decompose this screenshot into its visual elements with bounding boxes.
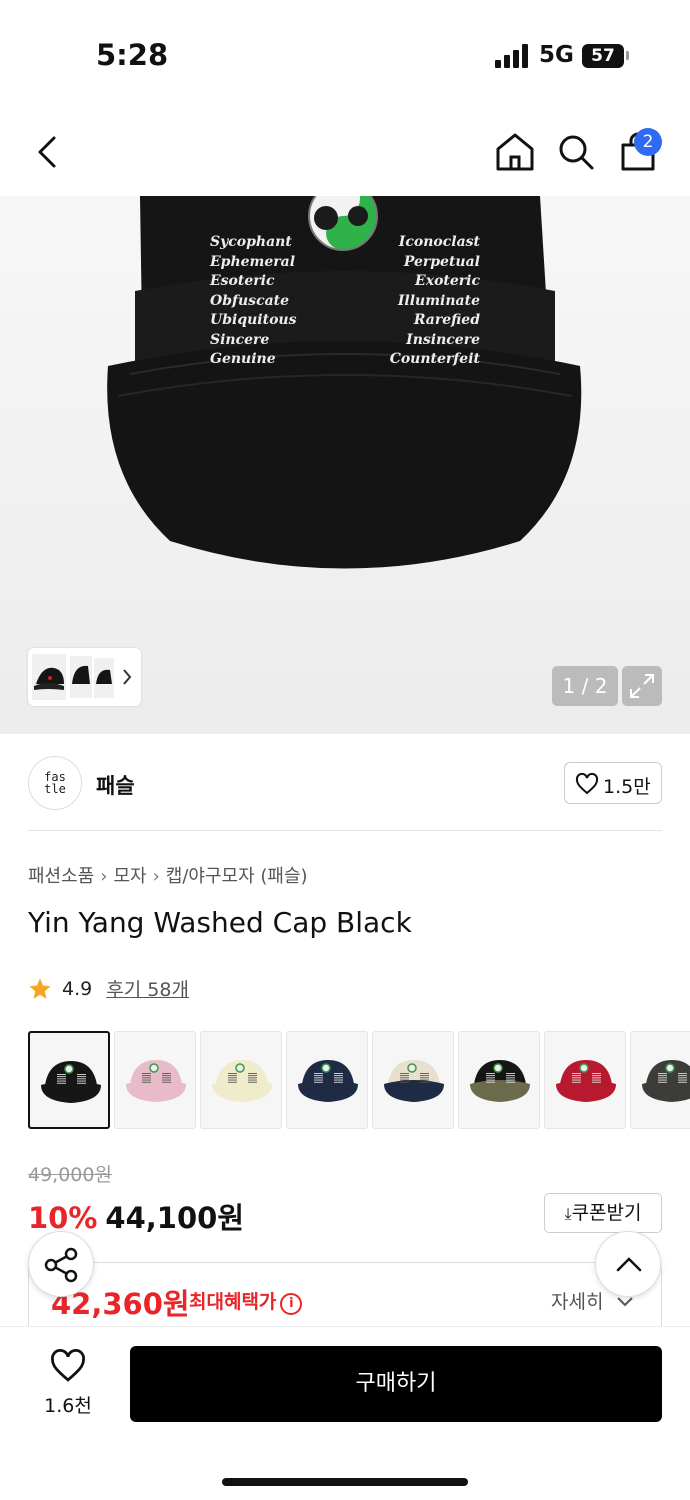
bottom-action-bar: 1.6천 구매하기 xyxy=(0,1326,690,1500)
embroidery-word: Ubiquitous xyxy=(210,312,297,328)
product-title: Yin Yang Washed Cap Black xyxy=(28,906,412,939)
embroidery-word: Exoteric xyxy=(415,273,480,289)
embroidery-word: Esoteric xyxy=(210,273,275,289)
embroidery-right: Iconoclast Perpetual Exoteric Illuminate… xyxy=(385,233,480,370)
battery-icon: 57 xyxy=(582,44,624,68)
back-icon[interactable] xyxy=(26,130,70,174)
cap-thumbnail xyxy=(642,1060,690,1102)
status-time: 5:28 xyxy=(96,38,169,72)
embroidery-word: Ephemeral xyxy=(210,253,296,270)
embroidery-word: Counterfeit xyxy=(389,351,480,367)
cap-thumbnail xyxy=(298,1060,358,1102)
embroidery-word: Genuine xyxy=(210,351,276,367)
share-icon xyxy=(44,1247,78,1283)
rating-score: 4.9 xyxy=(62,977,93,1000)
embroidery-word: Illuminate xyxy=(397,292,480,309)
brand-name[interactable]: 패슬 xyxy=(96,770,135,800)
home-indicator xyxy=(222,1478,468,1486)
divider xyxy=(28,830,662,831)
embroidery-word: Sincere xyxy=(210,331,270,348)
heart-icon xyxy=(51,1349,85,1382)
download-icon: ⤓ xyxy=(564,1204,572,1223)
chevron-up-icon xyxy=(616,1257,642,1272)
nav-bar xyxy=(0,110,690,196)
coupon-label: 쿠폰받기 xyxy=(571,1202,642,1224)
reviews-link[interactable]: 후기 58개 xyxy=(106,979,189,1001)
embroidery-left: Sycophant Ephemeral Esoteric Obfuscate U… xyxy=(210,233,300,370)
color-swatch-list xyxy=(28,1031,690,1131)
status-bar: 5:28 5G 57 xyxy=(0,0,690,110)
embroidery-word: Rarefied xyxy=(413,312,480,328)
color-swatch-black[interactable] xyxy=(28,1031,110,1129)
brand-like-count: 1.5만 xyxy=(603,776,651,798)
star-icon xyxy=(29,978,51,999)
color-swatch-cream[interactable] xyxy=(200,1031,282,1129)
embroidery-word: Sycophant xyxy=(210,234,292,250)
color-swatch-charcoal[interactable] xyxy=(630,1031,690,1129)
wishlist-count: 1.6천 xyxy=(44,1395,92,1417)
image-thumbnail-strip[interactable] xyxy=(28,648,141,706)
embroidery-word: Iconoclast xyxy=(398,234,480,250)
cap-thumbnail xyxy=(41,1061,101,1103)
sale-price: 44,100원 xyxy=(105,1201,245,1235)
brand-logo-text: tle xyxy=(44,782,66,796)
scroll-top-button[interactable] xyxy=(595,1231,661,1297)
cap-thumbnail xyxy=(212,1060,272,1102)
coupon-button[interactable]: ⤓쿠폰받기 xyxy=(544,1193,662,1233)
image-counter: 1 / 2 xyxy=(552,666,618,706)
breadcrumb-item[interactable]: 패션소품 xyxy=(28,866,94,887)
brand-logo[interactable]: fas tle xyxy=(28,756,82,810)
expand-button[interactable] xyxy=(622,666,662,706)
cap-thumbnail xyxy=(470,1060,530,1102)
product-cap-image xyxy=(107,196,582,569)
discount-rate: 10% xyxy=(28,1201,98,1235)
thumbnail-images xyxy=(32,654,132,700)
home-icon[interactable] xyxy=(493,130,537,174)
wishlist-button[interactable]: 1.6천 xyxy=(30,1349,106,1419)
breadcrumb: 패션소품 › 모자 › 캡/야구모자 (패슬) xyxy=(28,862,308,888)
chevron-right-icon: › xyxy=(100,866,108,887)
embroidery-word: Insincere xyxy=(406,331,480,348)
breadcrumb-item[interactable]: 캡/야구모자 (패슬) xyxy=(166,866,308,887)
color-swatch-pink[interactable] xyxy=(114,1031,196,1129)
breadcrumb-item[interactable]: 모자 xyxy=(113,866,146,887)
network-label: 5G xyxy=(539,42,574,68)
info-icon[interactable]: i xyxy=(280,1293,303,1315)
share-button[interactable] xyxy=(28,1231,94,1297)
rating-row: 4.9 후기 58개 xyxy=(28,975,189,1003)
max-benefit-label: 최대혜택가 xyxy=(189,1291,277,1313)
color-swatch-navy[interactable] xyxy=(286,1031,368,1129)
heart-icon xyxy=(575,772,599,795)
cap-thumbnail xyxy=(384,1060,444,1102)
search-icon[interactable] xyxy=(554,130,598,174)
color-swatch-black-camo[interactable] xyxy=(458,1031,540,1129)
cart-count-badge: 2 xyxy=(634,128,662,156)
max-benefit-box: 42,360원 최대혜택가 i 자세히 xyxy=(28,1262,662,1332)
brand-row: fas tle 패슬 1.5만 xyxy=(0,734,690,832)
cap-thumbnail xyxy=(556,1060,616,1102)
embroidery-word: Perpetual xyxy=(403,253,480,270)
embroidery-word: Obfuscate xyxy=(210,292,290,309)
product-image-gallery[interactable]: Sycophant Ephemeral Esoteric Obfuscate U… xyxy=(0,196,690,734)
color-swatch-red[interactable] xyxy=(544,1031,626,1129)
buy-button[interactable]: 구매하기 xyxy=(130,1346,662,1422)
original-price: 49,000원 xyxy=(28,1164,112,1186)
battery-tip xyxy=(626,51,629,60)
cap-thumbnail xyxy=(126,1060,186,1102)
signal-icon xyxy=(495,44,529,68)
color-swatch-beige-navy[interactable] xyxy=(372,1031,454,1129)
expand-icon xyxy=(630,674,654,698)
max-benefit-label-wrap: 최대혜택가 i xyxy=(189,1287,303,1315)
chevron-right-icon: › xyxy=(152,866,160,887)
brand-like-button[interactable]: 1.5만 xyxy=(564,762,662,804)
